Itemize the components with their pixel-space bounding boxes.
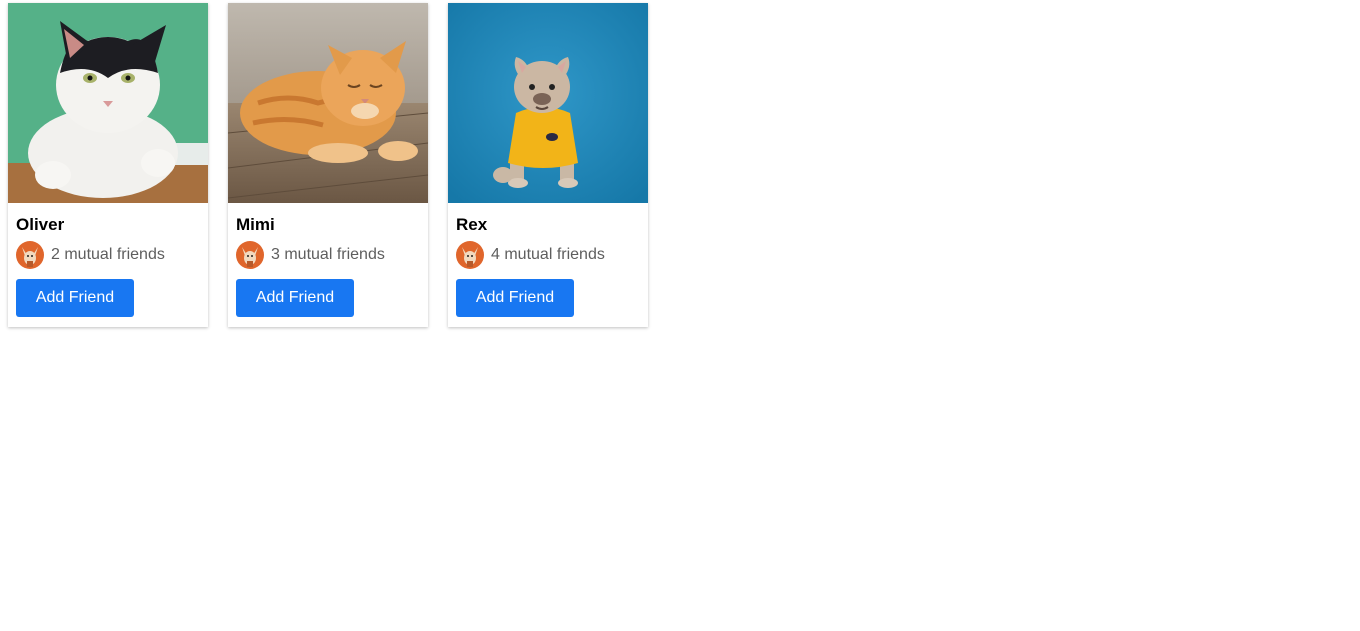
mutual-friends-row: 3 mutual friends bbox=[236, 241, 420, 269]
mutual-friends-count: 2 mutual friends bbox=[51, 246, 165, 263]
mutual-friends-count: 4 mutual friends bbox=[491, 246, 605, 263]
friend-card: Rex 4 mutual friends Add Friend bbox=[448, 3, 648, 327]
friend-card: Oliver 2 mutual friends Add Friend bbox=[8, 3, 208, 327]
add-friend-button[interactable]: Add Friend bbox=[16, 279, 134, 317]
mutual-friends-row: 4 mutual friends bbox=[456, 241, 640, 269]
profile-photo[interactable] bbox=[8, 3, 208, 203]
mutual-friends-count: 3 mutual friends bbox=[271, 246, 385, 263]
friend-name[interactable]: Mimi bbox=[236, 215, 420, 235]
profile-photo[interactable] bbox=[228, 3, 428, 203]
mutual-friend-avatar[interactable] bbox=[16, 241, 44, 269]
mutual-friend-avatar[interactable] bbox=[456, 241, 484, 269]
friend-name[interactable]: Oliver bbox=[16, 215, 200, 235]
friend-card: Mimi 3 mutual friends Add Friend bbox=[228, 3, 428, 327]
friend-suggestions: Oliver 2 mutual friends Add Friend Mimi … bbox=[8, 3, 648, 327]
add-friend-button[interactable]: Add Friend bbox=[456, 279, 574, 317]
add-friend-button[interactable]: Add Friend bbox=[236, 279, 354, 317]
profile-photo[interactable] bbox=[448, 3, 648, 203]
mutual-friends-row: 2 mutual friends bbox=[16, 241, 200, 269]
friend-name[interactable]: Rex bbox=[456, 215, 640, 235]
mutual-friend-avatar[interactable] bbox=[236, 241, 264, 269]
